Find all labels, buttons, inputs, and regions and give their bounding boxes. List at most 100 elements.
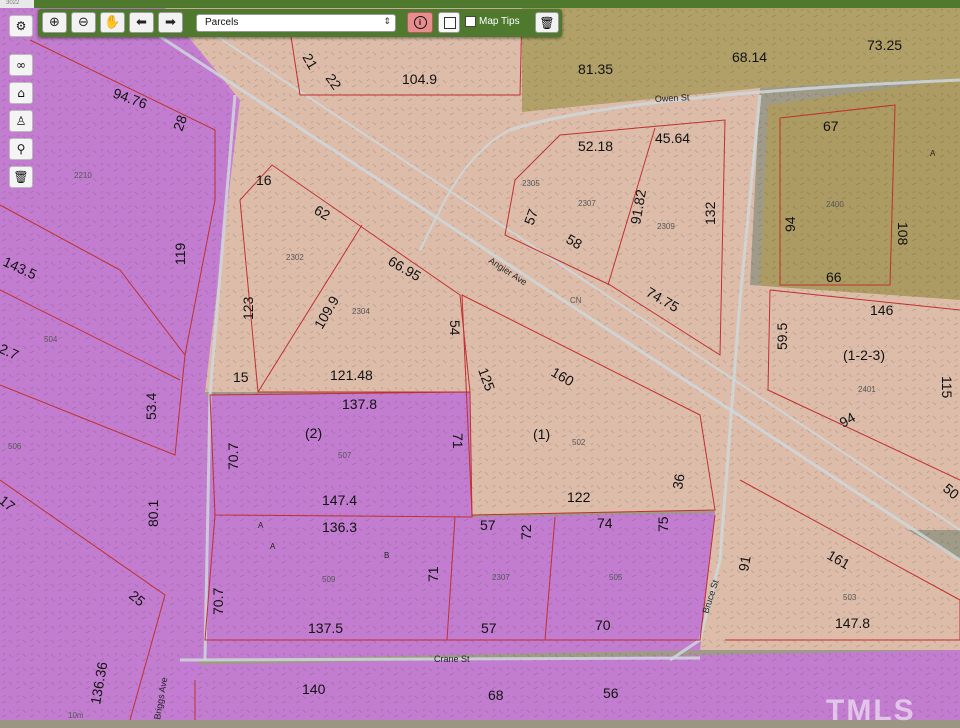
dim-label: 122 (567, 489, 591, 505)
dim-label: 59.5 (774, 323, 790, 350)
trash-icon: 🗑 (539, 15, 555, 30)
find-button[interactable]: ∞ (9, 54, 33, 76)
pan-button[interactable]: ✋ (100, 12, 125, 33)
map-tips-label: Map Tips (479, 16, 520, 27)
dim-label: 119 (172, 242, 188, 265)
dim-label: (2) (305, 425, 322, 441)
corner-tag: 3022 (0, 0, 34, 8)
dim-label: 104.9 (402, 71, 437, 87)
forward-button[interactable]: ➡ (158, 12, 183, 33)
dim-label: 91 (735, 554, 753, 572)
dim-label: 147.4 (322, 492, 357, 508)
dim-label: 67 (823, 118, 839, 134)
home-icon: ⌂ (17, 86, 25, 100)
map-tips-toggle[interactable]: Map Tips (465, 16, 520, 27)
dim-label: 15 (233, 369, 249, 385)
map-pin-icon: ⚲ (16, 142, 26, 156)
dim-label: 146 (870, 302, 894, 318)
hand-icon: ✋ (104, 15, 121, 30)
address-label: 503 (843, 593, 857, 602)
dim-label: 123 (240, 296, 256, 320)
settings-button[interactable]: ⚙ (9, 15, 33, 37)
zoom-out-icon: ⊖ (78, 15, 89, 30)
home-button[interactable]: ⌂ (9, 82, 33, 104)
layer-select-value: Parcels (205, 17, 239, 28)
clear-button[interactable]: 🗑 (535, 12, 559, 33)
dim-label: 57 (481, 620, 497, 636)
arrow-right-icon: ➡ (165, 15, 176, 30)
map-tips-checkbox[interactable] (465, 16, 476, 27)
dim-label: 80.1 (145, 500, 161, 527)
select-box-button[interactable] (438, 12, 460, 33)
zoom-in-button[interactable]: ⊕ (42, 12, 67, 33)
map-toolbar: ⊕ ⊖ ✋ ⬅ ➡ Parcels ⇕ i Map Tips 🗑 (38, 9, 562, 37)
zoom-out-button[interactable]: ⊖ (71, 12, 96, 33)
dim-label: 137.8 (342, 396, 377, 412)
dim-label: 71 (425, 566, 441, 582)
dim-label: 75 (655, 516, 671, 532)
address-label: 2302 (286, 253, 304, 262)
dim-label: 137.5 (308, 620, 343, 636)
info-icon: i (413, 16, 427, 29)
dim-label: 132 (702, 201, 718, 225)
parcel-map[interactable]: 94.76 28 21 22 104.9 81.35 68.14 73.25 1… (0, 0, 960, 720)
address-label: 2309 (657, 222, 675, 231)
address-label: 502 (572, 438, 586, 447)
gear-icon: ⚙ (15, 19, 27, 33)
select-arrows-icon: ⇕ (383, 16, 391, 26)
address-label: 2210 (74, 171, 92, 180)
dim-label: 70.7 (210, 588, 226, 615)
watermark: TMLS (826, 694, 916, 727)
dim-label: (1-2-3) (843, 347, 885, 363)
dim-label: 108 (895, 222, 911, 246)
identify-button[interactable]: i (407, 12, 433, 33)
dim-label: 74 (597, 515, 613, 531)
address-label: 2401 (858, 385, 876, 394)
dim-label: 147.8 (835, 615, 870, 631)
dim-label: 53.4 (143, 393, 159, 420)
address-label: CN (570, 296, 582, 305)
street-name-crane: Crane St (434, 654, 470, 664)
address-label: 509 (322, 575, 336, 584)
dim-label: 94 (782, 216, 798, 232)
address-label: 2307 (492, 573, 510, 582)
dim-label: 140 (302, 681, 326, 697)
dim-label: 52.18 (578, 138, 613, 154)
address-label: 506 (8, 442, 22, 451)
streetview-button[interactable]: ♙ (9, 110, 33, 132)
dim-label: 136.3 (322, 519, 357, 535)
address-label: 505 (609, 573, 623, 582)
parcel-letter: A (930, 149, 936, 158)
layer-select[interactable]: Parcels ⇕ (196, 14, 396, 32)
back-button[interactable]: ⬅ (129, 12, 154, 33)
parcel-letter: A (258, 521, 264, 530)
dim-label: 68 (488, 687, 504, 703)
top-strip (0, 0, 960, 8)
parcel-letter: B (384, 551, 389, 560)
address-label: 507 (338, 451, 352, 460)
locate-button[interactable]: ⚲ (9, 138, 33, 160)
dim-label: (1) (533, 426, 550, 442)
dim-label: 57 (480, 517, 496, 533)
binoculars-icon: ∞ (16, 58, 26, 72)
dim-label: 16 (256, 172, 272, 188)
clear-graphics-button[interactable]: 🗑 (9, 166, 33, 188)
address-label: 2307 (578, 199, 596, 208)
dim-label: 73.25 (867, 37, 902, 53)
dim-label: 45.64 (655, 130, 690, 146)
dim-label: 70 (595, 617, 611, 633)
dim-label: 81.35 (578, 61, 613, 77)
trash-icon: 🗑 (13, 170, 29, 184)
address-label: 504 (44, 335, 58, 344)
street-name-owen: Owen St (655, 92, 690, 104)
dim-label: 72 (518, 524, 534, 540)
dim-label: 36 (669, 472, 687, 490)
address-label: 10m (68, 711, 84, 720)
arrow-left-icon: ⬅ (136, 15, 147, 30)
square-icon (444, 17, 456, 29)
dim-label: 121.48 (330, 367, 373, 383)
dim-label: 56 (603, 685, 619, 701)
dim-label: 71 (450, 433, 466, 449)
dim-label: 68.14 (732, 49, 767, 65)
address-label: 2305 (522, 179, 540, 188)
